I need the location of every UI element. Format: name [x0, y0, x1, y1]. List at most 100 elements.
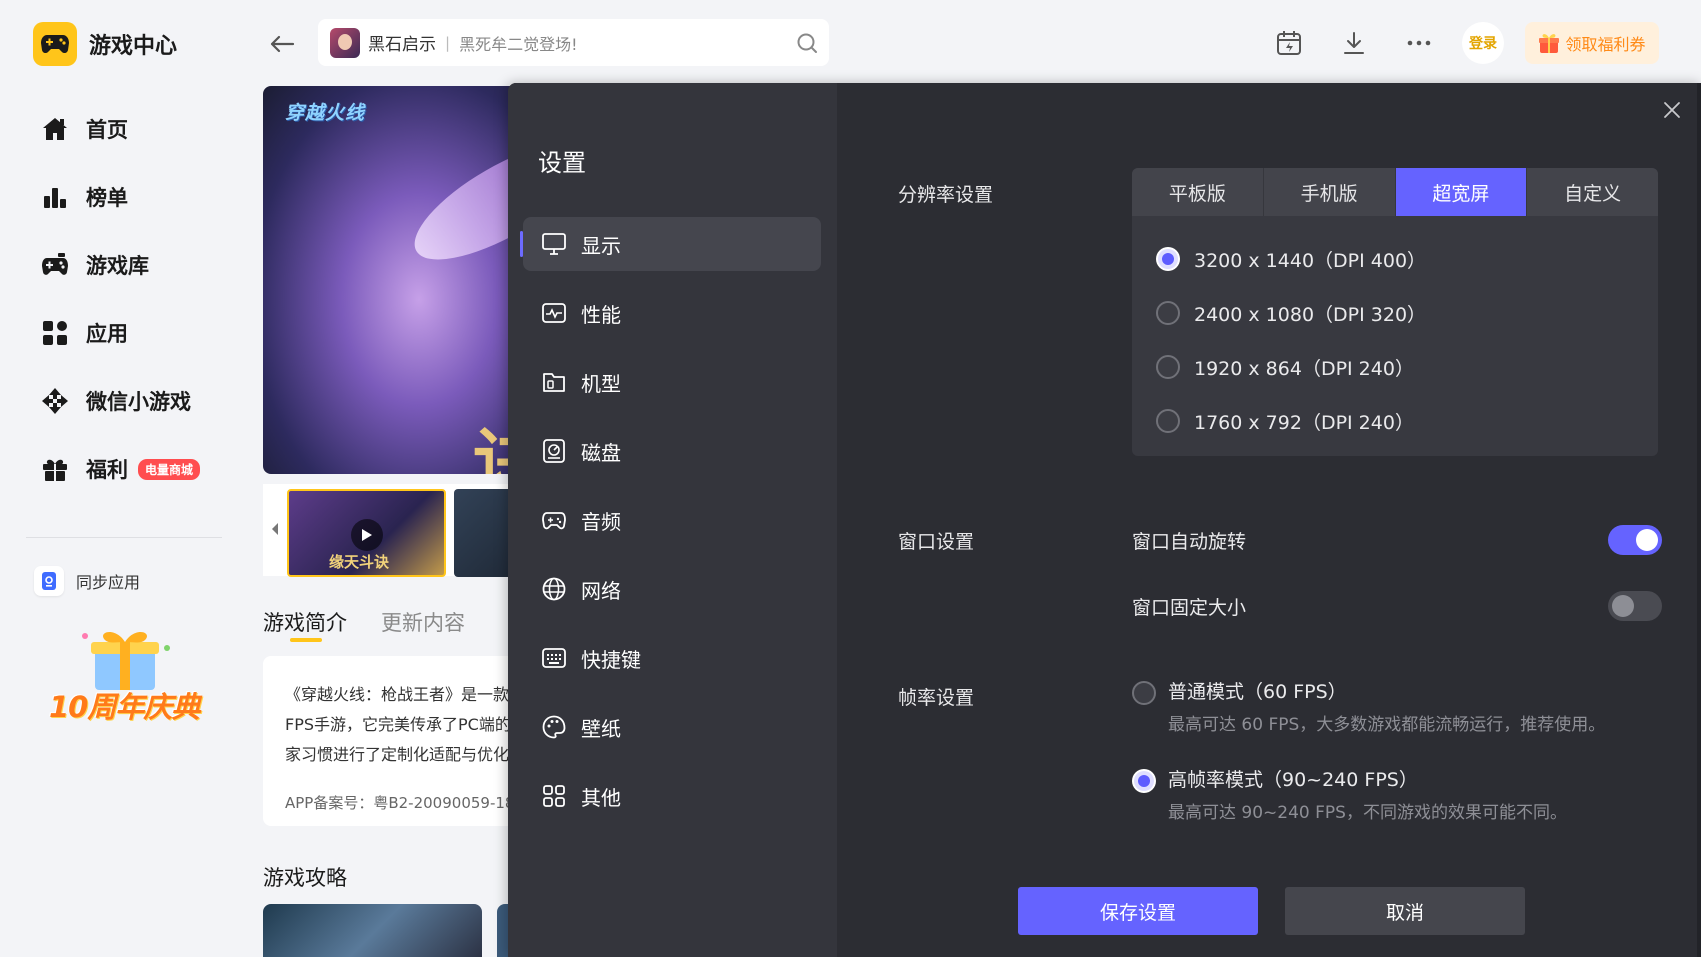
settings-menu-performance[interactable]: 性能 [523, 286, 821, 340]
power-mall-badge: 电量商城 [138, 458, 201, 480]
palette-icon [541, 714, 567, 740]
login-button[interactable]: 登录 [1462, 22, 1504, 64]
sidebar-item-label: 福利 [86, 458, 128, 482]
sync-phone-icon [34, 566, 64, 596]
tab-intro[interactable]: 游戏简介 [263, 607, 347, 637]
sidebar-item-label: 首页 [86, 118, 128, 142]
resolution-option[interactable]: 2400 x 1080（DPI 320） [1132, 286, 1658, 340]
menu-item-label: 壁纸 [581, 716, 621, 741]
fps-option-desc: 最高可达 60 FPS，大多数游戏都能流畅运行，推荐使用。 [1168, 715, 1606, 735]
play-icon [351, 519, 383, 551]
settings-menu-display[interactable]: 显示 [520, 217, 821, 271]
sidebar-item-ranking[interactable]: 榜单 [40, 163, 200, 231]
radio-selected[interactable] [1132, 769, 1156, 793]
media-thumbnails: 缘天斗诀 [263, 484, 534, 577]
settings-menu-other[interactable]: 其他 [523, 769, 821, 823]
auto-rotate-toggle[interactable] [1608, 525, 1662, 555]
tab-custom[interactable]: 自定义 [1527, 168, 1658, 216]
thumbnail-caption: 缘天斗诀 [329, 553, 390, 571]
resolution-mode-tabs: 平板版 手机版 超宽屏 自定义 [1132, 168, 1658, 216]
app-logo[interactable]: 游戏中心 [33, 22, 177, 66]
settings-menu-device-model[interactable]: 机型 [523, 355, 821, 409]
settings-menu-disk[interactable]: 磁盘 [523, 424, 821, 478]
fps-option-high[interactable]: 高帧率模式（90~240 FPS） 最高可达 90~240 FPS，不同游戏的效… [1132, 765, 1567, 827]
video-thumbnail[interactable]: 缘天斗诀 [287, 489, 446, 577]
grid-icon [541, 783, 567, 809]
radio-unselected[interactable] [1156, 355, 1180, 379]
detail-tabs: 游戏简介 更新内容 [263, 607, 499, 637]
resolution-option-label: 1760 x 792（DPI 240） [1194, 411, 1414, 434]
fixed-size-row: 窗口固定大小 [1132, 586, 1662, 626]
game-avatar-icon [330, 27, 360, 58]
settings-dialog: 设置 显示 性能 机型 磁盘 音频 网络 快捷键 壁纸 其他 分辨率设置 平板版… [508, 83, 1701, 957]
auto-rotate-label: 窗口自动旋转 [1132, 530, 1247, 553]
sync-apps-button[interactable]: 同步应用 [34, 566, 140, 596]
radio-selected[interactable] [1156, 247, 1180, 271]
close-button[interactable] [1657, 95, 1687, 125]
download-button[interactable] [1337, 26, 1371, 60]
radio-unselected[interactable] [1156, 409, 1180, 433]
claim-coupon-button[interactable]: 领取福利券 [1525, 22, 1659, 64]
close-icon [1664, 102, 1680, 118]
fps-option-normal[interactable]: 普通模式（60 FPS） 最高可达 60 FPS，大多数游戏都能流畅运行，推荐使… [1132, 677, 1605, 739]
resolution-option[interactable]: 1920 x 864（DPI 240） [1132, 340, 1658, 394]
search-bar[interactable]: 黑石启示 | 黑死牟二觉登场! [318, 19, 829, 66]
tab-phone[interactable]: 手机版 [1263, 168, 1396, 216]
resolution-option[interactable]: 1760 x 792（DPI 240） [1132, 394, 1658, 448]
guide-thumbnail[interactable] [263, 904, 482, 957]
settings-title: 设置 [538, 149, 586, 177]
auto-rotate-row: 窗口自动旋转 [1132, 520, 1662, 560]
audio-icon [541, 507, 567, 533]
tab-updates[interactable]: 更新内容 [381, 607, 465, 637]
more-button[interactable] [1402, 26, 1436, 60]
tab-tablet[interactable]: 平板版 [1132, 168, 1264, 216]
sidebar-item-home[interactable]: 首页 [40, 95, 200, 163]
radio-unselected[interactable] [1132, 681, 1156, 705]
calendar-icon [1277, 31, 1301, 55]
fixed-size-toggle[interactable] [1608, 591, 1662, 621]
settings-menu-network[interactable]: 网络 [523, 562, 821, 616]
search-hint: 黑死牟二觉登场! [459, 34, 578, 54]
gamepad-logo-icon [33, 22, 77, 66]
anniversary-banner[interactable]: 10周年庆典 [45, 620, 205, 725]
save-settings-button[interactable]: 保存设置 [1018, 887, 1258, 935]
keyboard-icon [541, 645, 567, 671]
chevron-left-icon[interactable] [269, 520, 281, 538]
settings-menu-shortcuts[interactable]: 快捷键 [523, 631, 821, 685]
resolution-option[interactable]: 3200 x 1440（DPI 400） [1132, 232, 1658, 286]
sidebar-item-wechat-mini-games[interactable]: 微信小游戏 [40, 367, 200, 435]
tab-ultrawide[interactable]: 超宽屏 [1395, 168, 1528, 216]
radio-unselected[interactable] [1156, 301, 1180, 325]
resolution-panel: 平板版 手机版 超宽屏 自定义 3200 x 1440（DPI 400） 240… [1132, 168, 1658, 456]
calendar-button[interactable] [1272, 26, 1306, 60]
back-button[interactable] [266, 28, 298, 60]
search-separator: | [445, 33, 451, 52]
menu-item-label: 音频 [581, 509, 621, 534]
search-icon[interactable] [785, 32, 829, 54]
settings-menu-wallpaper[interactable]: 壁纸 [523, 700, 821, 754]
performance-icon [541, 300, 567, 326]
ranking-icon [40, 182, 70, 212]
game-logo-text: 穿越火线 [285, 102, 366, 124]
search-game-name: 黑石启示 [368, 35, 436, 55]
sidebar-item-game-library[interactable]: 游戏库 [40, 231, 200, 299]
gift-icon [40, 454, 70, 484]
globe-icon [541, 576, 567, 602]
resolution-settings-label: 分辨率设置 [898, 184, 994, 206]
fps-settings-label: 帧率设置 [898, 687, 975, 709]
monitor-icon [541, 231, 567, 257]
sidebar-item-label: 榜单 [86, 186, 128, 210]
game-banner[interactable]: 穿越火线 诀 [263, 86, 523, 474]
settings-menu-audio[interactable]: 音频 [523, 493, 821, 547]
guide-section-title: 游戏攻略 [263, 866, 347, 890]
cancel-button[interactable]: 取消 [1285, 887, 1525, 935]
active-tab-indicator [290, 638, 322, 642]
app-title: 游戏中心 [89, 34, 178, 59]
sidebar-item-welfare[interactable]: 福利 电量商城 [40, 435, 201, 503]
intro-text-line: FPS手游，它完美传承了PC端的 [285, 715, 511, 734]
download-icon [1344, 32, 1364, 54]
scrollbar[interactable] [1697, 83, 1701, 957]
sidebar-divider [26, 537, 222, 538]
disk-icon [541, 438, 567, 464]
sidebar-item-apps[interactable]: 应用 [40, 299, 200, 367]
